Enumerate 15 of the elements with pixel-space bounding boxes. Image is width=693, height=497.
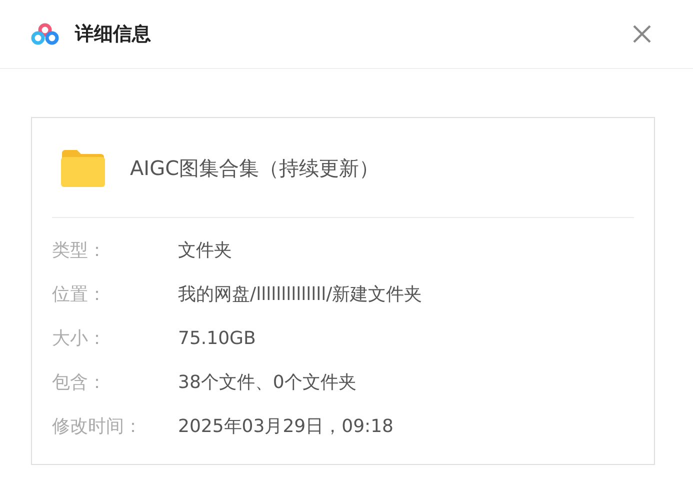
detail-label: 修改时间： [52, 414, 143, 438]
detail-value: 2025年03月29日，09:18 [178, 414, 394, 438]
detail-value: 75.10GB [178, 326, 256, 350]
folder-icon [60, 148, 106, 188]
detail-value: 38个文件、0个文件夹 [178, 370, 356, 394]
detail-label: 包含： [52, 370, 107, 394]
dialog-title: 详细信息 [75, 22, 151, 47]
detail-value: 文件夹 [178, 238, 232, 262]
detail-label: 位置： [52, 282, 107, 306]
close-button[interactable] [631, 23, 653, 45]
detail-value: 我的网盘/llllllllllllll/新建文件夹 [178, 282, 422, 306]
detail-label: 类型： [52, 238, 107, 262]
detail-label: 大小： [52, 326, 107, 350]
cloud-logo-icon [30, 22, 60, 46]
folder-name: AIGC图集合集（持续更新） [130, 154, 380, 182]
